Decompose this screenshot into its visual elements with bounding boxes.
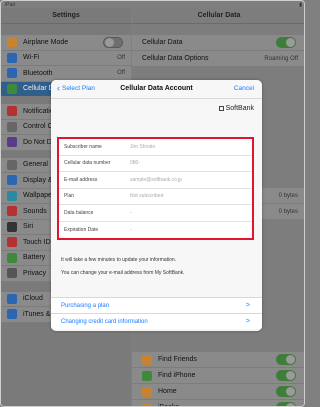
usage-value: 0 bytes <box>278 192 298 199</box>
cellular-icon <box>7 83 17 94</box>
field-value: 080- <box>130 160 141 167</box>
sidebar-item-label: Wi-Fi <box>23 54 40 62</box>
siri-icon <box>7 221 17 232</box>
carrier-logo: SoftBank <box>51 99 262 118</box>
find-iphone-icon <box>142 370 152 381</box>
purchase-plan-label: Purchasing a plan <box>61 302 110 309</box>
sidebar-item-label: Sounds <box>23 207 47 215</box>
account-field-row: Expiration Date - <box>59 222 252 239</box>
chevron-right-icon: > <box>245 302 250 309</box>
purchase-plan-link[interactable]: Purchasing a plan > <box>51 297 262 313</box>
account-info-box: Subscriber name Jiro Shirato Cellular data… <box>57 137 254 240</box>
field-label: Subscriber name <box>64 143 102 150</box>
wallpaper-icon <box>7 190 17 201</box>
battery-icon <box>7 252 17 263</box>
cellular-data-row[interactable]: Cellular Data <box>132 35 304 51</box>
ibooks-icon <box>142 402 152 406</box>
cellular-data-toggle[interactable] <box>276 37 296 48</box>
change-card-link[interactable]: Changing credit card information > <box>51 313 262 329</box>
moon-icon <box>7 137 17 148</box>
wifi-icon <box>7 52 17 63</box>
link-list: Purchasing a plan > Changing credit card… <box>51 297 262 329</box>
sidebar-item-label: Airplane Mode <box>23 38 69 46</box>
app-cellular-toggle[interactable] <box>276 402 296 406</box>
sidebar-item-label: iCloud <box>23 295 43 303</box>
modal-title: Cellular Data Account <box>120 85 193 92</box>
sidebar-item[interactable]: Airplane Mode <box>1 35 131 51</box>
account-field-row: Cellular data number 080- <box>59 156 252 172</box>
app-row[interactable]: Home <box>132 384 304 400</box>
fingerprint-icon <box>7 237 17 248</box>
app-cellular-toggle[interactable] <box>276 386 296 397</box>
field-label: Plan <box>64 193 75 200</box>
settings-title: Settings <box>1 8 131 24</box>
field-value: - <box>130 209 132 216</box>
app-cellular-toggle[interactable] <box>276 370 296 381</box>
field-value: - <box>130 226 132 233</box>
control-center-icon <box>7 121 17 132</box>
field-value: Not subscribed <box>130 193 164 200</box>
field-value: Jiro Shirato <box>130 143 156 150</box>
airplane-icon <box>7 37 17 48</box>
softbank-logo-icon <box>218 106 224 111</box>
appstore-icon <box>7 309 17 320</box>
ipad-screen: iPad ▮ Settings Airplane Mode Wi-Fi Off Blu… <box>0 0 305 407</box>
cellular-options-label: Cellular Data Options <box>142 55 209 62</box>
sidebar-item-value: Off <box>117 54 125 61</box>
cancel-button[interactable]: Cancel <box>234 85 254 92</box>
airplane-mode-toggle[interactable] <box>103 36 123 48</box>
sidebar-item-label: General <box>23 161 48 169</box>
app-label: Find iPhone <box>158 372 196 379</box>
app-label: Find Friends <box>158 356 197 363</box>
email-note: You can change your e-mail address from … <box>61 270 185 276</box>
chevron-right-icon: > <box>245 318 250 325</box>
cellular-options-row[interactable]: Cellular Data Options Roaming Off <box>132 51 304 67</box>
cellular-data-label: Cellular Data <box>142 39 183 46</box>
app-row[interactable]: Find Friends <box>132 352 304 368</box>
app-row[interactable]: iBooks <box>132 400 304 406</box>
roaming-value: Roaming Off <box>264 55 298 62</box>
find-friends-icon <box>142 354 152 365</box>
account-field-row: E-mail address sample@softbank.co.jp <box>59 172 252 189</box>
sidebar-item-label: Battery <box>23 254 46 262</box>
sidebar-item-value: Off <box>117 70 125 77</box>
device-label: iPad <box>5 2 16 8</box>
cellular-account-modal: ‹ Select Plan Cellular Data Account Canc… <box>51 80 262 331</box>
account-field-row: Subscriber name Jiro Shirato <box>59 139 252 156</box>
sidebar-item-label: Bluetooth <box>23 69 53 77</box>
account-field-row: Plan Not subscribed <box>59 189 252 205</box>
display-icon <box>7 175 17 186</box>
privacy-icon <box>7 268 17 279</box>
usage-value: 0 bytes <box>278 208 298 215</box>
sidebar-item-label: Wallpaper <box>23 192 55 200</box>
bluetooth-icon <box>7 68 17 79</box>
sidebar-item-label: Siri <box>23 223 34 231</box>
change-card-label: Changing credit card information <box>61 318 148 325</box>
field-label: Cellular data number <box>64 160 111 167</box>
carrier-name: SoftBank <box>225 105 254 112</box>
icloud-icon <box>7 293 17 304</box>
app-label: Home <box>158 388 177 395</box>
notifications-icon <box>7 106 17 117</box>
gear-icon <box>7 159 17 170</box>
battery-icon: ▮ <box>299 2 302 8</box>
update-note: It will take a few minutes to update you… <box>61 257 177 263</box>
home-icon <box>142 386 152 397</box>
sidebar-item-label: Privacy <box>23 269 46 277</box>
app-cellular-toggle[interactable] <box>276 354 296 365</box>
account-field-row: Data balance - <box>59 205 252 222</box>
sidebar-item[interactable]: Wi-Fi Off <box>1 50 131 66</box>
field-value: sample@softbank.co.jp <box>130 176 183 183</box>
field-label: E-mail address <box>64 176 98 183</box>
modal-nav-bar: ‹ Select Plan Cellular Data Account Canc… <box>51 80 262 99</box>
app-row[interactable]: Find iPhone <box>132 368 304 384</box>
status-bar: iPad ▮ <box>1 1 304 8</box>
field-label: Data balance <box>64 209 94 216</box>
cellular-title: Cellular Data <box>132 8 304 24</box>
app-list: Find Friends Find iPhone Home iBooks <box>132 352 304 406</box>
field-label: Expiration Date <box>64 226 99 233</box>
sounds-icon <box>7 206 17 217</box>
